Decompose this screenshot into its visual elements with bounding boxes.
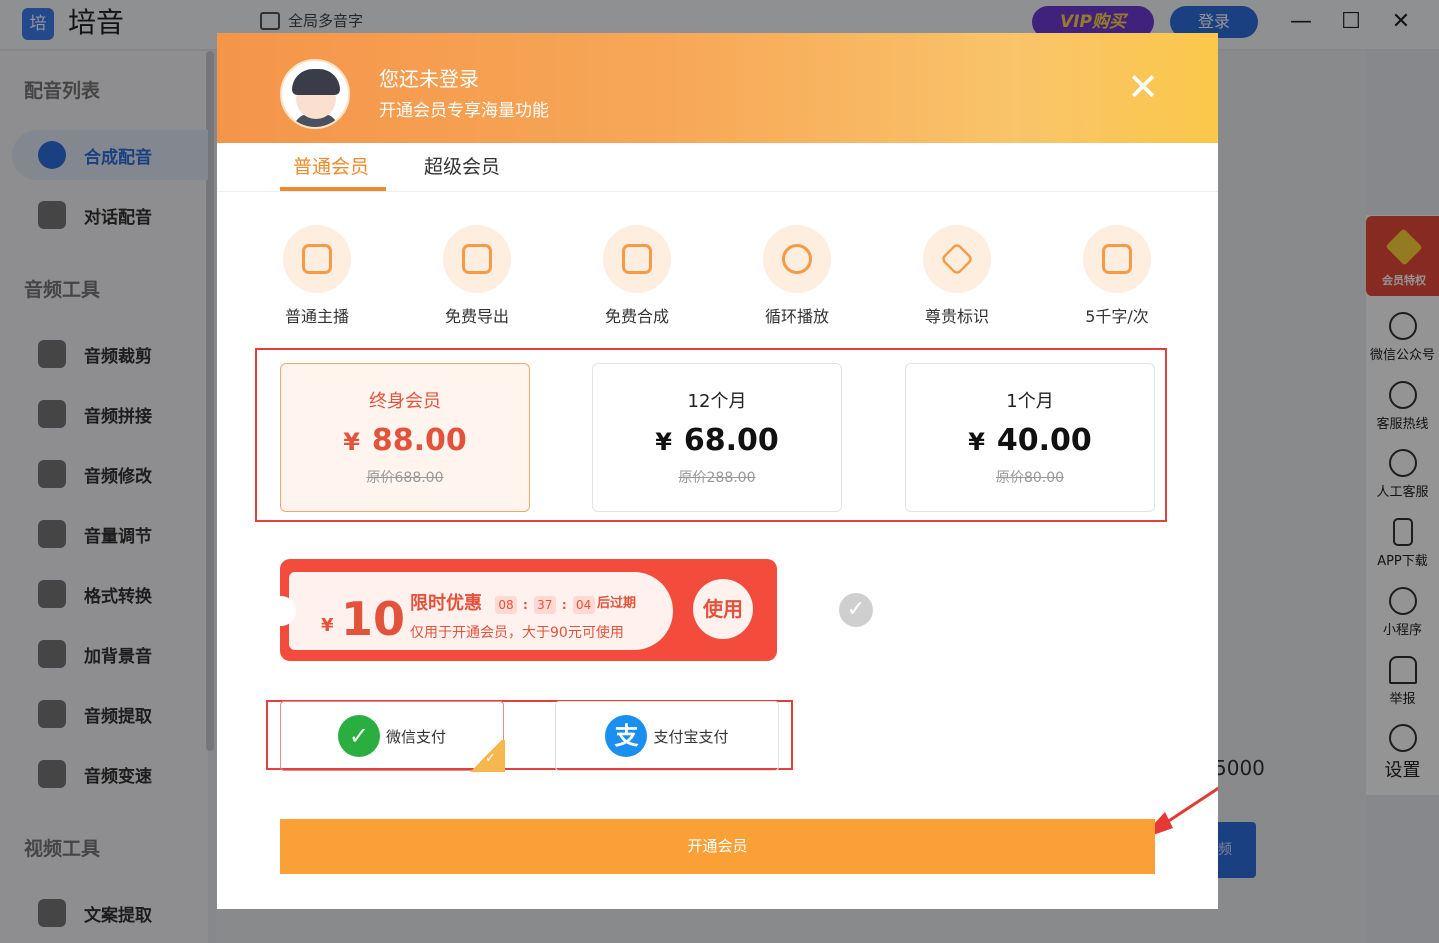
tab-divider [217, 191, 1218, 192]
feature-loop-play: 循环播放 [737, 225, 857, 327]
modal-close-button[interactable]: ✕ [1125, 68, 1161, 106]
timer-seconds: 04 [572, 596, 595, 614]
coupon-timer: 08: 37: 04 [495, 596, 601, 614]
headset-icon [302, 244, 332, 274]
wechat-pay-icon: ✓ [337, 715, 380, 757]
coupon-use-button[interactable]: 使用 [693, 579, 753, 639]
loop-disc-icon [782, 244, 812, 274]
modal-header [217, 33, 1218, 143]
feature-premium-badge: 尊贵标识 [897, 225, 1017, 327]
coupon-check-toggle[interactable]: ✓ [839, 593, 873, 627]
tab-super-member[interactable]: 超级会员 [424, 153, 500, 181]
avatar [280, 59, 350, 129]
coupon-expire-label: 后过期 [597, 596, 637, 611]
plan-12-months[interactable]: 12个月 ¥68.00 原价288.00 [592, 363, 842, 512]
coupon-description: 仅用于开通会员，大于90元可使用 [410, 625, 624, 641]
timer-hours: 08 [495, 596, 517, 614]
audio-wave-icon [622, 244, 652, 274]
feature-free-synthesis: 免费合成 [577, 225, 697, 327]
feature-word-limit: 5千字/次 [1057, 225, 1177, 327]
timer-minutes: 37 [533, 596, 556, 614]
feature-normal-anchor: 普通主播 [257, 225, 377, 327]
alipay-option[interactable]: 支 支付宝支付 [555, 701, 779, 771]
coupon-currency: ¥ [321, 615, 334, 636]
coupon-title: 限时优惠 [410, 593, 482, 614]
document-edit-icon [1102, 244, 1132, 274]
selected-check-icon: ✓ [485, 751, 496, 766]
coupon-amount: 10 [341, 592, 406, 646]
feature-free-export: 免费导出 [417, 225, 537, 327]
plan-1-month[interactable]: 1个月 ¥40.00 原价80.00 [905, 363, 1155, 512]
open-membership-button[interactable]: 开通会员 [280, 819, 1155, 874]
alipay-icon: 支 [605, 715, 648, 757]
modal-subtitle: 开通会员专享海量功能 [379, 101, 549, 121]
tab-normal-member[interactable]: 普通会员 [293, 153, 369, 181]
export-icon [462, 244, 492, 274]
modal-title: 您还未登录 [379, 67, 479, 91]
plan-lifetime[interactable]: 终身会员 ¥88.00 原价688.00 [280, 363, 530, 512]
vip-modal: 您还未登录 开通会员专享海量功能 ✕ 普通会员 超级会员 普通主播 免费导出 免… [217, 33, 1218, 909]
diamond-icon [940, 242, 974, 276]
